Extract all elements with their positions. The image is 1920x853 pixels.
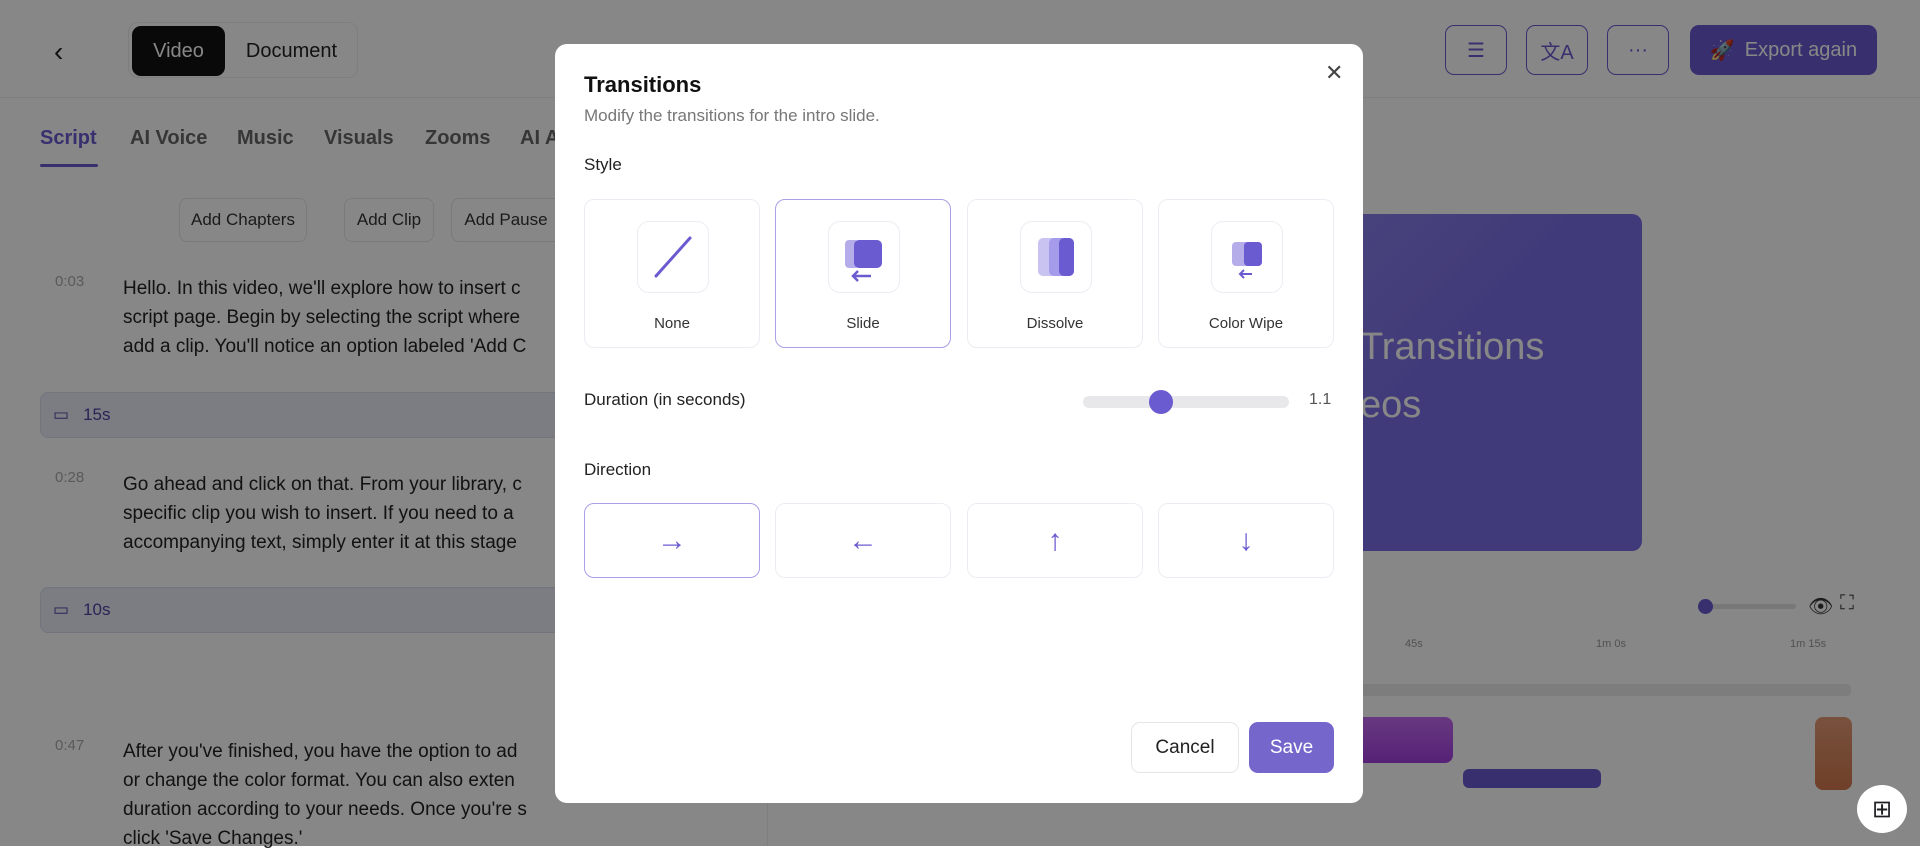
dissolve-icon — [1020, 221, 1092, 293]
duration-value: 1.1 — [1309, 391, 1332, 408]
no-transition-icon — [637, 221, 709, 293]
style-option-color-wipe[interactable]: Color Wipe — [1158, 199, 1334, 348]
duration-slider-knob[interactable] — [1149, 390, 1174, 414]
direction-up[interactable]: ↑ — [967, 503, 1143, 578]
style-label-none: None — [654, 315, 690, 332]
style-option-none[interactable]: None — [584, 199, 760, 348]
direction-label: Direction — [584, 460, 652, 479]
add-widget-button[interactable]: ⊞ — [1857, 785, 1907, 833]
cancel-button[interactable]: Cancel — [1131, 722, 1239, 773]
arrow-up-icon: ↑ — [1047, 523, 1063, 557]
style-option-slide[interactable]: Slide — [775, 199, 951, 348]
modal-subtitle: Modify the transitions for the intro sli… — [584, 106, 880, 125]
duration-label: Duration (in seconds) — [584, 390, 746, 409]
save-button[interactable]: Save — [1249, 722, 1334, 773]
style-label: Style — [584, 155, 622, 174]
direction-down[interactable]: ↓ — [1158, 503, 1334, 578]
arrow-left-icon: ← — [848, 523, 878, 557]
style-label-slide: Slide — [846, 315, 880, 332]
close-icon[interactable]: ✕ — [1325, 60, 1343, 86]
style-label-dissolve: Dissolve — [1026, 315, 1084, 332]
arrow-down-icon: ↓ — [1238, 523, 1254, 557]
style-option-dissolve[interactable]: Dissolve — [967, 199, 1143, 348]
color-wipe-icon — [1211, 221, 1283, 293]
arrow-right-icon: → — [657, 523, 687, 557]
modal-title: Transitions — [584, 72, 702, 97]
direction-left[interactable]: ← — [775, 503, 951, 578]
style-label-color-wipe: Color Wipe — [1208, 315, 1284, 332]
duration-slider[interactable] — [1083, 390, 1289, 414]
direction-right[interactable]: → — [584, 503, 760, 578]
add-square-icon: ⊞ — [1871, 795, 1893, 823]
slide-icon — [828, 221, 900, 293]
transitions-modal: Transitions Modify the transitions for t… — [555, 44, 1363, 803]
